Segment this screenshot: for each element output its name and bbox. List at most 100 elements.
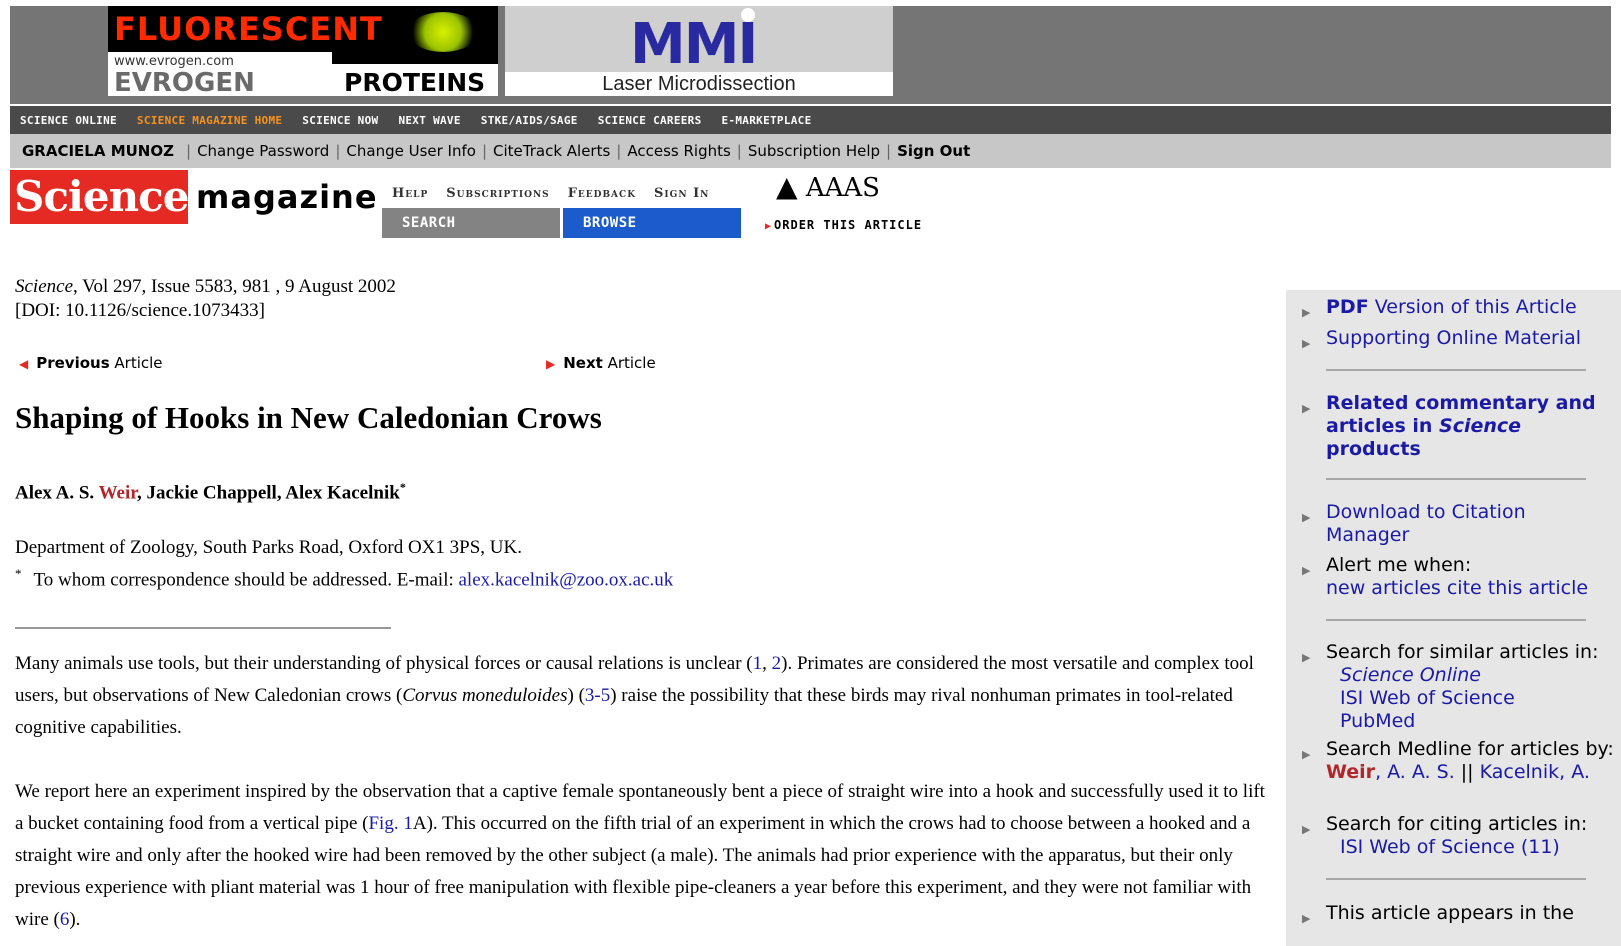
subscriptions-link[interactable]: Subscriptions xyxy=(446,186,549,201)
pdf-label-rest: Version of this Article xyxy=(1368,296,1577,318)
site-nav: SCIENCE ONLINE SCIENCE MAGAZINE HOME SCI… xyxy=(10,106,1611,134)
appears-label: This article appears in the xyxy=(1326,902,1574,924)
evrogen-ad[interactable]: FLUORESCENT www.evrogen.com EVROGEN PROT… xyxy=(108,6,498,96)
citetrack-alerts-link[interactable]: CiteTrack Alerts xyxy=(493,142,610,160)
medline-author-rest: , A. A. S. xyxy=(1375,761,1455,783)
sign-out-link[interactable]: Sign Out xyxy=(897,142,970,160)
ad-url: www.evrogen.com xyxy=(114,54,234,69)
supporting-material-link[interactable]: Supporting Online Material xyxy=(1326,327,1581,350)
reference-link[interactable]: 1 xyxy=(753,653,763,674)
author-footnote-mark: * xyxy=(399,480,406,494)
paragraph-2: We report here an experiment inspired by… xyxy=(15,776,1270,936)
article-tools-sidebar: ▶ PDF Version of this Article ▶ Supporti… xyxy=(1286,290,1621,946)
divider xyxy=(1326,619,1586,621)
feedback-link[interactable]: Feedback xyxy=(568,186,636,201)
divider xyxy=(15,627,391,629)
browse-button[interactable]: BROWSE xyxy=(563,208,741,238)
separator: | xyxy=(616,142,622,160)
triangle-right-icon: ▶ xyxy=(765,221,773,232)
pdf-version-link[interactable]: PDF Version of this Article xyxy=(1326,296,1577,319)
search-button[interactable]: SEARCH xyxy=(382,208,560,238)
separator: | xyxy=(886,142,892,160)
previous-article-link[interactable]: ◀ Previous Article xyxy=(19,354,163,372)
ad-headline: FLUORESCENT xyxy=(114,10,383,48)
user-bar: GRACIELA MUNOZ | Change Password | Chang… xyxy=(10,134,1611,168)
species-name: Corvus moneduloides xyxy=(402,685,568,706)
paragraph-1: Many animals use tools, but their unders… xyxy=(15,648,1270,744)
next-article-link[interactable]: ▶ Next Article xyxy=(546,354,656,372)
sidebar-item-pdf: ▶ PDF Version of this Article xyxy=(1302,296,1577,319)
authors-rest: , Jackie Chappell, Alex Kacelnik xyxy=(136,482,400,504)
similar-science-online-link[interactable]: Science Online xyxy=(1340,664,1617,687)
citation-details: , Vol 297, Issue 5583, 981 , 9 August 20… xyxy=(73,276,396,297)
reference-link[interactable]: 6 xyxy=(60,909,70,930)
nav-science-magazine-home[interactable]: SCIENCE MAGAZINE HOME xyxy=(137,114,282,127)
previous-label: Previous xyxy=(36,354,110,372)
separator: | xyxy=(335,142,341,160)
text-run: Many animals use tools, but their unders… xyxy=(15,653,753,674)
separator: | xyxy=(186,142,192,160)
sidebar-item-similar: ▶ Search for similar articles in: Scienc… xyxy=(1302,641,1617,733)
nav-e-marketplace[interactable]: E-MARKETPLACE xyxy=(722,114,812,127)
affiliation: Department of Zoology, South Parks Road,… xyxy=(15,537,522,558)
access-rights-link[interactable]: Access Rights xyxy=(627,142,730,160)
reference-link[interactable]: 3-5 xyxy=(585,685,610,706)
change-user-info-link[interactable]: Change User Info xyxy=(346,142,476,160)
correspondence-note: * To whom correspondence should be addres… xyxy=(15,566,673,591)
magazine-wordmark: magazine xyxy=(196,178,378,216)
help-link[interactable]: Help xyxy=(392,186,428,201)
sidebar-item-som: ▶ Supporting Online Material xyxy=(1302,327,1581,350)
download-citation-link[interactable]: Download to Citation Manager xyxy=(1326,501,1602,547)
reference-link[interactable]: 2 xyxy=(772,653,782,674)
nav-science-online[interactable]: SCIENCE ONLINE xyxy=(20,114,117,127)
doi: [DOI: 10.1126/science.1073433] xyxy=(15,300,265,321)
sidebar-item-related: ▶ Related commentary and articles in Sci… xyxy=(1302,392,1602,461)
nav-science-now[interactable]: SCIENCE NOW xyxy=(302,114,378,127)
science-logo[interactable]: Science xyxy=(10,170,189,224)
medline-label: Search Medline for articles by: xyxy=(1326,738,1614,760)
text-run: ) ( xyxy=(567,685,585,706)
pdf-label: PDF xyxy=(1326,296,1369,318)
cite-alert-link[interactable]: new articles cite this article xyxy=(1326,577,1612,600)
medline-authors: Weir, A. A. S. || Kacelnik, A. xyxy=(1326,761,1617,784)
triangle-right-icon: ▶ xyxy=(1302,306,1311,319)
author-1-highlight: Weir xyxy=(98,482,137,504)
text-run: ). xyxy=(69,909,81,930)
change-password-link[interactable]: Change Password xyxy=(197,142,329,160)
author-list: Alex A. S. Weir, Jackie Chappell, Alex K… xyxy=(15,480,406,504)
order-article-link[interactable]: ▶ ORDER THIS ARTICLE xyxy=(765,218,922,232)
subscription-help-link[interactable]: Subscription Help xyxy=(748,142,880,160)
citing-isi-link[interactable]: ISI Web of Science (11) xyxy=(1340,836,1617,859)
sidebar-item-alert: ▶ Alert me when: new articles cite this … xyxy=(1302,554,1612,600)
nav-next-wave[interactable]: NEXT WAVE xyxy=(398,114,460,127)
nav-science-careers[interactable]: SCIENCE CAREERS xyxy=(598,114,702,127)
similar-pubmed-link[interactable]: PubMed xyxy=(1340,710,1617,733)
ad-tagline: Laser Microdissection xyxy=(505,72,893,96)
triangle-right-icon: ▶ xyxy=(1302,912,1311,925)
similar-isi-link[interactable]: ISI Web of Science xyxy=(1340,687,1617,710)
related-commentary-link[interactable]: Related commentary and articles in Scien… xyxy=(1326,392,1602,461)
similar-label: Search for similar articles in: xyxy=(1326,641,1599,663)
header-links: Help Subscriptions Feedback Sign In xyxy=(392,176,752,210)
email-link[interactable]: alex.kacelnik@zoo.ox.ac.uk xyxy=(459,569,674,590)
sign-in-link[interactable]: Sign In xyxy=(654,186,709,201)
medline-author-highlight: Weir xyxy=(1326,761,1376,783)
mmi-ad[interactable]: MMI Laser Microdissection xyxy=(505,6,893,96)
order-label: ORDER THIS ARTICLE xyxy=(774,218,923,232)
citing-label: Search for citing articles in: xyxy=(1326,813,1588,835)
medline-author-2-link[interactable]: Kacelnik, A. xyxy=(1480,761,1590,783)
triangle-right-icon: ▶ xyxy=(1302,748,1311,761)
journal-name: Science xyxy=(15,276,74,297)
nav-stke[interactable]: STKE/AIDS/SAGE xyxy=(481,114,578,127)
triangle-right-icon: ▶ xyxy=(1302,823,1311,836)
divider xyxy=(1326,878,1586,880)
medline-author-1-link[interactable]: Weir, A. A. S. xyxy=(1326,761,1455,783)
divider xyxy=(1326,369,1586,371)
logo-dot xyxy=(741,8,755,22)
sidebar-item-appears: ▶ This article appears in the xyxy=(1302,902,1617,925)
top-banner: FLUORESCENT www.evrogen.com EVROGEN PROT… xyxy=(0,0,1621,106)
aaas-label: AAAS xyxy=(805,173,880,203)
figure-link[interactable]: Fig. 1 xyxy=(368,813,412,834)
article-title: Shaping of Hooks in New Caledonian Crows xyxy=(15,400,602,435)
aaas-logo[interactable]: ▲ AAAS xyxy=(776,170,880,203)
